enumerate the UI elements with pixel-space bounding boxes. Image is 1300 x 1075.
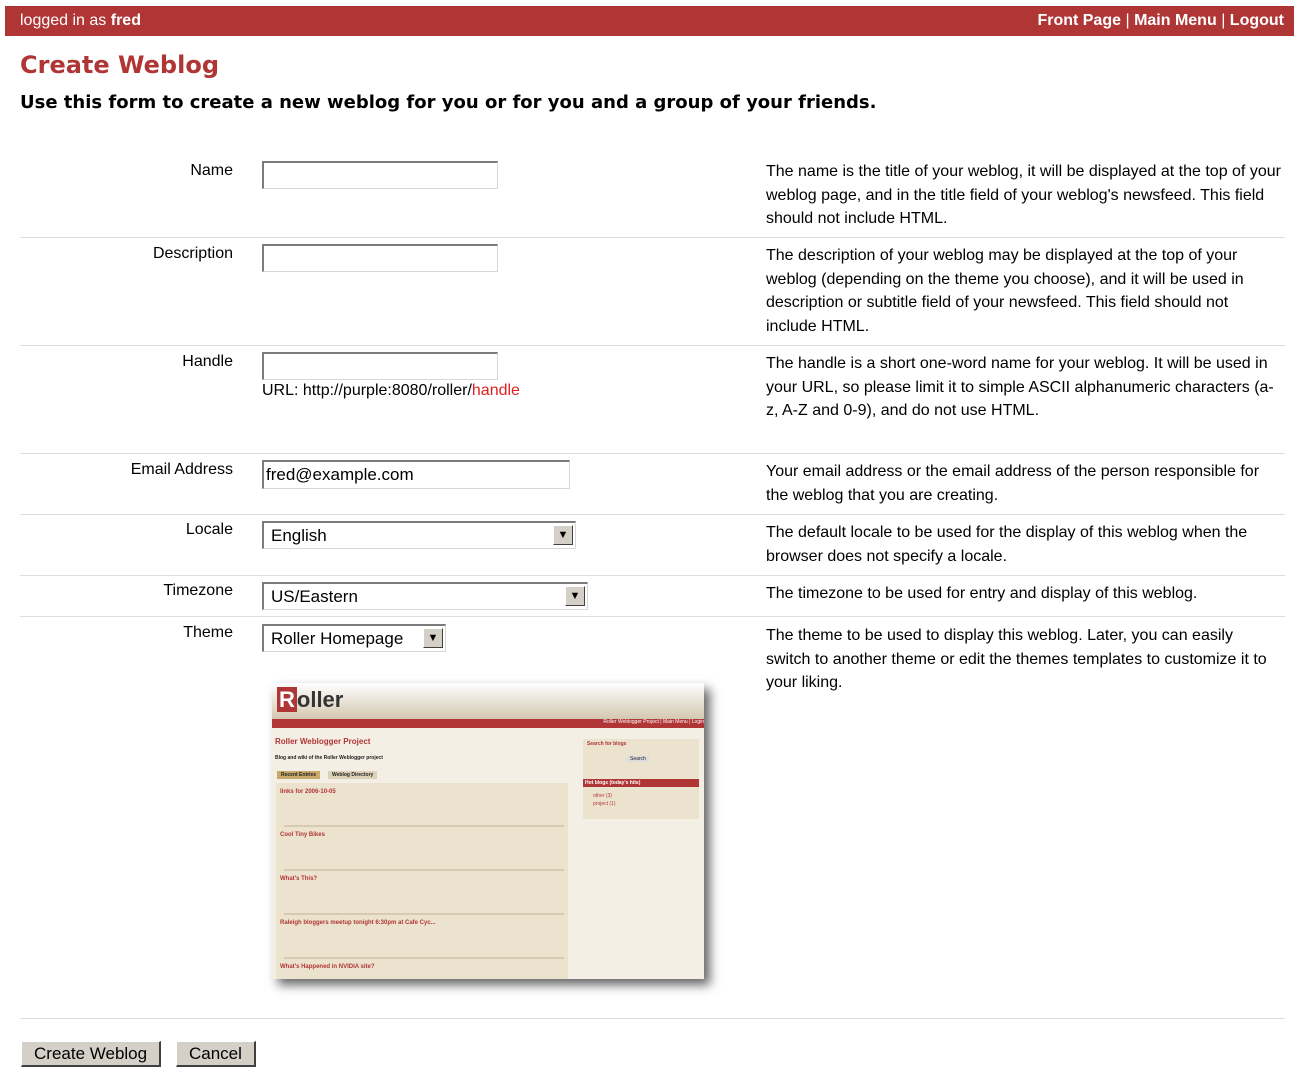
cancel-button[interactable]: Cancel bbox=[176, 1041, 256, 1067]
preview-side-search-btn: Search bbox=[627, 756, 649, 762]
login-status: logged in as fred bbox=[20, 12, 141, 30]
timezone-row: Timezone US/Eastern ▼ The timezone to be… bbox=[20, 582, 1285, 617]
locale-label: Locale bbox=[185, 521, 233, 538]
create-weblog-button[interactable]: Create Weblog bbox=[21, 1041, 162, 1067]
preview-post-title: Cool Tiny Bikes bbox=[280, 832, 325, 838]
name-label: Name bbox=[190, 162, 233, 179]
preview-side-item: project (1) bbox=[593, 801, 616, 807]
chevron-down-icon[interactable]: ▼ bbox=[423, 628, 443, 648]
url-prefix: URL: http://purple:8080/roller/ bbox=[262, 382, 472, 399]
nav-separator: | bbox=[1221, 12, 1226, 29]
preview-sidebar: Search for blogs Search Hot blogs (today… bbox=[583, 739, 699, 819]
preview-logo: Roller bbox=[277, 687, 344, 712]
preview-title: Roller Weblogger Project bbox=[275, 737, 371, 746]
page-subtitle: Use this form to create a new weblog for… bbox=[20, 92, 877, 113]
preview-nav-bar: Roller Weblogger Project | Main Menu | L… bbox=[272, 719, 704, 728]
timezone-help: The timezone to be used for entry and di… bbox=[766, 585, 1198, 602]
name-row: Name The name is the title of your weblo… bbox=[20, 160, 1285, 238]
theme-select[interactable]: Roller Homepage ▼ bbox=[262, 624, 446, 652]
main-menu-link[interactable]: Main Menu bbox=[1134, 12, 1217, 29]
description-help: The description of your weblog may be di… bbox=[766, 247, 1244, 335]
theme-help: The theme to be used to display this web… bbox=[766, 627, 1267, 691]
email-input[interactable] bbox=[262, 460, 570, 489]
timezone-label: Timezone bbox=[163, 582, 233, 599]
preview-divider bbox=[284, 825, 564, 827]
preview-divider bbox=[284, 957, 564, 959]
handle-input[interactable] bbox=[262, 352, 498, 380]
theme-value: Roller Homepage bbox=[271, 629, 404, 648]
preview-divider bbox=[284, 869, 564, 871]
name-help: The name is the title of your weblog, it… bbox=[766, 163, 1281, 227]
name-input[interactable] bbox=[262, 161, 498, 189]
theme-label: Theme bbox=[183, 624, 233, 641]
email-label: Email Address bbox=[130, 461, 233, 478]
description-input[interactable] bbox=[262, 244, 498, 272]
handle-label: Handle bbox=[182, 353, 233, 370]
preview-post-title: What's Happened in NVIDIA site? bbox=[280, 964, 375, 970]
preview-side-item: other (3) bbox=[593, 793, 612, 799]
logged-in-prefix: logged in as bbox=[20, 12, 107, 29]
preview-tab: Weblog Directory bbox=[328, 771, 378, 779]
timezone-value: US/Eastern bbox=[271, 587, 358, 606]
preview-main: links for 2006-10-05 Cool Tiny Bikes Wha… bbox=[276, 783, 568, 979]
preview-post-title: Raleigh bloggers meetup tonight 6:30pm a… bbox=[280, 920, 436, 926]
handle-url-preview: URL: http://purple:8080/roller/handle bbox=[262, 382, 520, 400]
preview-side-search: Search for blogs bbox=[587, 741, 627, 747]
locale-value: English bbox=[271, 526, 327, 545]
email-row: Email Address Your email address or the … bbox=[20, 460, 1285, 515]
preview-side-hot: Hot blogs (today's hits) bbox=[583, 779, 699, 787]
preview-tagline: Blog and wiki of the Roller Weblogger pr… bbox=[275, 755, 383, 761]
theme-preview-image: Roller Roller Weblogger Project | Main M… bbox=[272, 683, 704, 979]
locale-help: The default locale to be used for the di… bbox=[766, 524, 1248, 565]
nav-separator: | bbox=[1125, 12, 1130, 29]
description-label: Description bbox=[152, 245, 233, 262]
username: fred bbox=[110, 12, 141, 29]
front-page-link[interactable]: Front Page bbox=[1037, 12, 1121, 29]
chevron-down-icon[interactable]: ▼ bbox=[553, 525, 573, 545]
preview-divider bbox=[284, 913, 564, 915]
chevron-down-icon[interactable]: ▼ bbox=[565, 586, 585, 606]
locale-row: Locale English ▼ The default locale to b… bbox=[20, 521, 1285, 576]
url-handle-placeholder: handle bbox=[471, 382, 520, 399]
preview-post-title: What's This? bbox=[280, 876, 318, 882]
preview-tab: Recent Entries bbox=[277, 771, 321, 779]
timezone-select[interactable]: US/Eastern ▼ bbox=[262, 582, 588, 610]
handle-help: The handle is a short one-word name for … bbox=[766, 355, 1274, 419]
top-nav: Front Page | Main Menu | Logout bbox=[1037, 12, 1284, 30]
form-divider bbox=[20, 1018, 1285, 1019]
preview-post-title: links for 2006-10-05 bbox=[280, 789, 336, 795]
locale-select[interactable]: English ▼ bbox=[262, 521, 576, 549]
email-help: Your email address or the email address … bbox=[766, 463, 1260, 504]
top-bar: logged in as fred Front Page | Main Menu… bbox=[5, 6, 1294, 36]
logout-link[interactable]: Logout bbox=[1230, 12, 1284, 29]
handle-row: Handle URL: http://purple:8080/roller/ha… bbox=[20, 352, 1285, 454]
page-title: Create Weblog bbox=[20, 51, 219, 79]
description-row: Description The description of your webl… bbox=[20, 244, 1285, 346]
